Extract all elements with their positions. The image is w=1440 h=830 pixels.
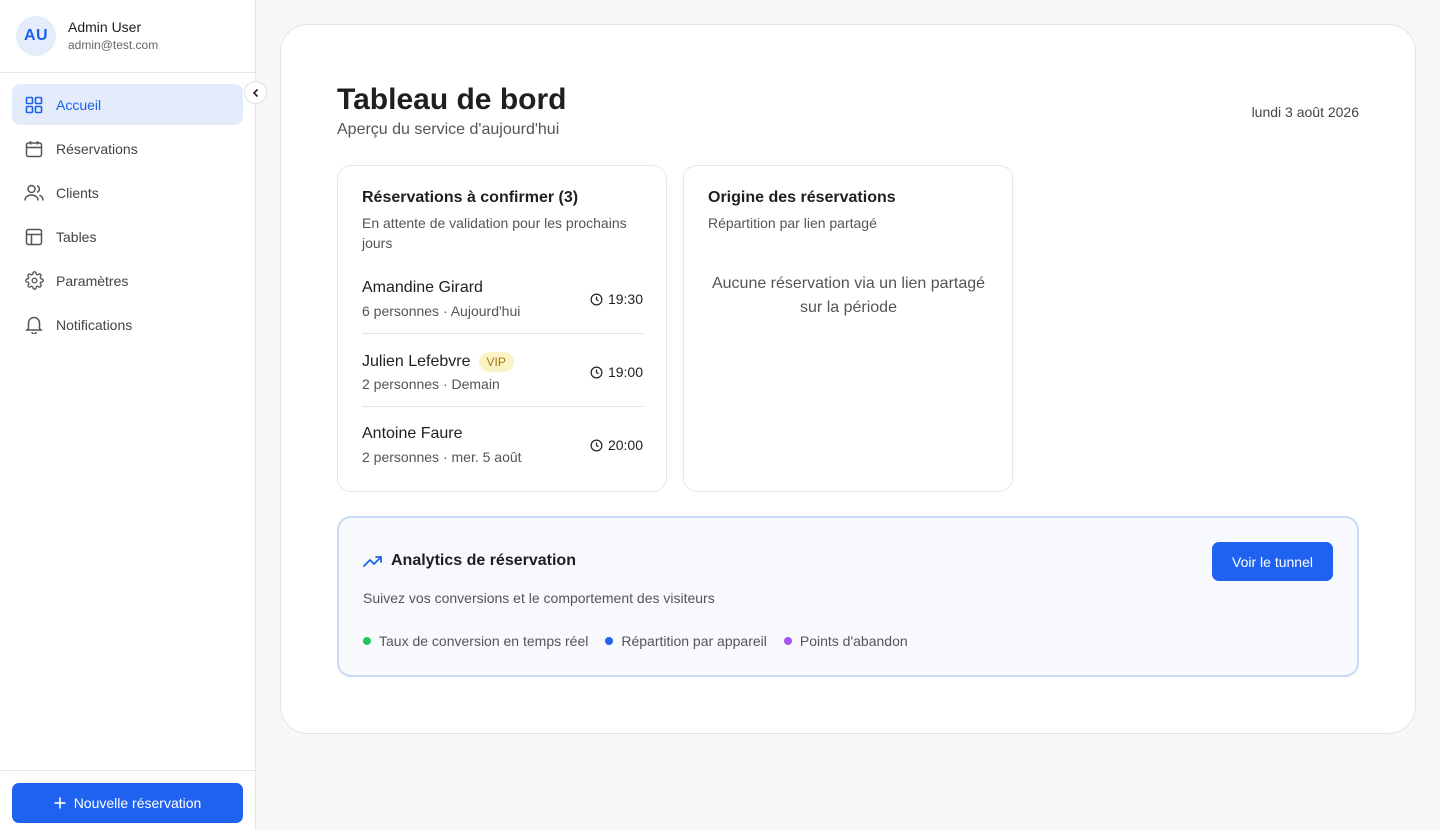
green-dot-icon [363,637,371,645]
sidebar-item-reservations[interactable]: Réservations [12,128,243,169]
new-reservation-button[interactable]: Nouvelle réservation [12,783,243,823]
sidebar-item-tables[interactable]: Tables [12,216,243,257]
sidebar-item-clients[interactable]: Clients [12,172,243,213]
page-subtitle: Aperçu du service d'aujourd'hui [337,121,560,138]
clock-icon [590,366,603,379]
sidebar-item-label: Notifications [56,316,133,333]
users-icon [24,183,44,203]
sidebar-item-label: Réservations [56,140,138,157]
card-title: Réservations à confirmer (3) [362,189,579,206]
collapse-sidebar-button[interactable] [244,81,267,104]
sidebar-item-label: Clients [56,184,99,201]
blue-dot-icon [605,637,614,645]
analytics-title: Analytics de réservation [391,552,576,569]
feature-tag: Répartition par appareil [605,633,767,649]
pending-reservations-card: Réservations à confirmer (3) En attente … [337,165,667,492]
list-item[interactable]: Antoine Faure 2 personnes · mer. 5 août … [362,407,643,480]
trending-up-icon [363,554,383,568]
sidebar-item-notifications[interactable]: Notifications [12,304,243,345]
feature-tag: Points d'abandon [783,633,908,649]
gear-icon [24,271,44,291]
user-profile[interactable]: AU Admin User admin@test.com [0,0,255,73]
card-description: En attente de validation pour les procha… [362,215,627,251]
sidebar-item-label: Paramètres [56,272,129,289]
sidebar: AU Admin User admin@test.com Accueil Rés… [0,0,256,830]
current-date: lundi 3 août 2026 [1251,104,1359,120]
chevron-left-icon [251,88,261,98]
reservation-list: Amandine Girard 6 personnes · Aujourd'hu… [362,261,643,480]
guest-name: Antoine Faure [362,425,463,442]
sidebar-nav: Accueil Réservations Clients Tables Para… [12,84,243,348]
clock-icon [590,439,603,452]
list-item[interactable]: Amandine Girard 6 personnes · Aujourd'hu… [362,261,643,334]
page-title: Tableau de bord [337,83,567,116]
calendar-icon [24,139,44,159]
card-description: Répartition par lien partagé [708,215,877,231]
sidebar-item-label: Tables [56,228,97,245]
sidebar-item-parametres[interactable]: Paramètres [12,260,243,301]
analytics-features: Taux de conversion en temps réel Réparti… [363,633,925,649]
reservation-meta: 2 personnes · Demain [362,376,500,392]
bell-icon [24,315,44,335]
table-icon [24,227,44,247]
avatar: AU [16,16,56,56]
main-content: Tableau de bord Aperçu du service d'aujo… [280,24,1416,734]
plus-icon [54,797,66,809]
reservation-time: 19:00 [607,364,643,380]
reservation-meta: 6 personnes · Aujourd'hui [362,303,521,319]
feature-label: Répartition par appareil [621,633,767,649]
feature-tag: Taux de conversion en temps réel [363,633,588,649]
guest-name: Julien Lefebvre [362,353,471,370]
user-name: Admin User [68,19,142,35]
reservation-meta: 2 personnes · mer. 5 août [362,449,522,465]
analytics-card: Analytics de réservation Suivez vos conv… [337,516,1359,677]
new-reservation-label: Nouvelle réservation [73,795,202,811]
card-title: Origine des réservations [708,189,896,206]
clock-icon [590,293,603,306]
purple-dot-icon [783,637,792,645]
sidebar-footer: Nouvelle réservation [0,770,256,830]
reservation-origin-card: Origine des réservations Répartition par… [683,165,1013,492]
sidebar-item-accueil[interactable]: Accueil [12,84,243,125]
sidebar-item-label: Accueil [56,96,102,113]
reservation-time: 20:00 [607,437,643,453]
feature-label: Points d'abandon [799,633,908,649]
empty-state-text: Aucune réservation via un lien partagé s… [711,275,986,316]
vip-badge: VIP [478,352,514,372]
guest-name: Amandine Girard [362,279,483,296]
grid-icon [24,95,44,115]
user-email: admin@test.com [68,38,159,52]
reservation-time: 19:30 [607,291,643,307]
view-funnel-button[interactable]: Voir le tunnel [1212,542,1333,581]
feature-label: Taux de conversion en temps réel [379,633,589,649]
analytics-description: Suivez vos conversions et le comportemen… [363,590,715,606]
list-item[interactable]: Julien Lefebvre VIP 2 personnes · Demain… [362,334,643,407]
